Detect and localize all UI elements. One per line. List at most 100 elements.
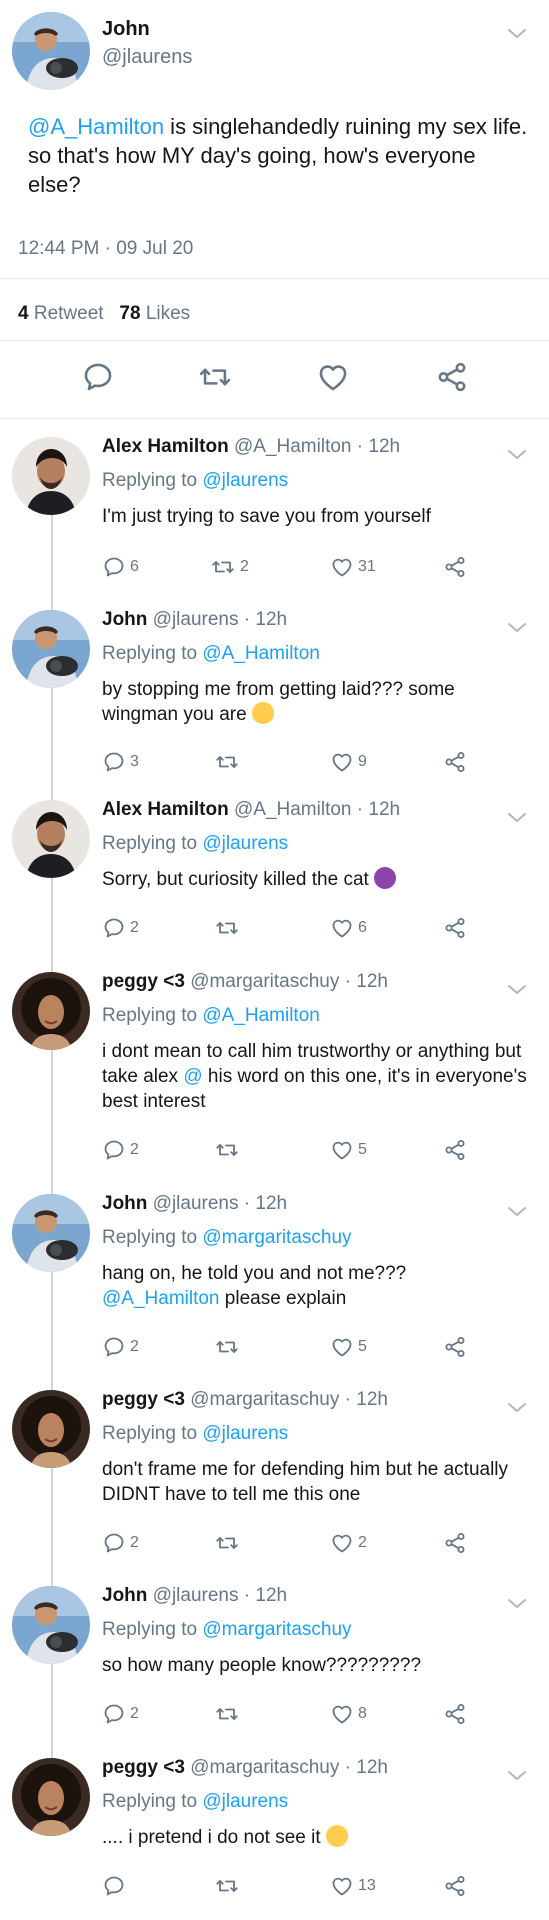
replying-to-link[interactable]: @jlaurens <box>202 833 288 854</box>
replying-to-link[interactable]: @jlaurens <box>202 1423 288 1444</box>
retweet-icon[interactable] <box>214 916 244 940</box>
chevron-down-icon[interactable] <box>505 978 529 1007</box>
reply-tweet[interactable]: Alex Hamilton @A_Hamilton · 12h Replying… <box>0 788 549 953</box>
retweet-icon[interactable] <box>214 1531 244 1555</box>
mention-link[interactable]: @A_Hamilton <box>28 114 164 139</box>
author-name[interactable]: John <box>102 1585 147 1606</box>
avatar[interactable] <box>12 12 90 90</box>
heart-icon[interactable]: 5 <box>330 1138 367 1162</box>
heart-icon[interactable]: 6 <box>330 916 367 940</box>
reply-tweet[interactable]: peggy <3 @margaritaschuy · 12h Replying … <box>0 960 549 1175</box>
share-icon[interactable] <box>443 1138 467 1162</box>
heart-icon[interactable]: 13 <box>330 1874 376 1898</box>
retweet-icon[interactable] <box>214 750 244 774</box>
heart-icon[interactable]: 5 <box>330 1335 367 1359</box>
chevron-down-icon[interactable] <box>505 1592 529 1621</box>
reply-text-body: by stopping me from getting laid??? some… <box>102 679 455 725</box>
reply-icon[interactable]: 2 <box>102 916 139 940</box>
heart-icon[interactable] <box>316 360 350 399</box>
likes-label[interactable]: Likes <box>146 303 190 324</box>
author-name[interactable]: John <box>102 18 150 41</box>
retweet-icon[interactable] <box>214 1702 244 1726</box>
share-icon[interactable] <box>443 555 467 579</box>
avatar[interactable] <box>12 972 90 1050</box>
reply-icon[interactable]: 2 <box>102 1335 139 1359</box>
avatar[interactable] <box>12 1586 90 1664</box>
chevron-down-icon[interactable] <box>505 616 529 645</box>
reply-icon[interactable]: 3 <box>102 750 139 774</box>
author-name[interactable]: Alex Hamilton <box>102 436 229 457</box>
reply-time: · 12h <box>243 1585 288 1606</box>
author-name[interactable]: peggy <3 <box>102 971 185 992</box>
author-name[interactable]: Alex Hamilton <box>102 799 229 820</box>
reply-tweet[interactable]: John @jlaurens · 12h Replying to @margar… <box>0 1182 549 1372</box>
reply-tweet[interactable]: Alex Hamilton @A_Hamilton · 12h Replying… <box>0 425 549 595</box>
replying-to-link[interactable]: @A_Hamilton <box>202 643 320 664</box>
heart-icon[interactable]: 9 <box>330 750 367 774</box>
retweet-label[interactable]: Retweet <box>34 303 104 324</box>
share-icon[interactable] <box>435 360 469 399</box>
heart-icon[interactable]: 8 <box>330 1702 367 1726</box>
author-handle[interactable]: @margaritaschuy <box>190 971 339 992</box>
share-icon[interactable] <box>443 1702 467 1726</box>
avatar[interactable] <box>12 1390 90 1468</box>
author-name[interactable]: peggy <3 <box>102 1757 185 1778</box>
heart-icon[interactable]: 31 <box>330 555 376 579</box>
like-count: 31 <box>358 558 376 575</box>
reply-icon[interactable]: 6 <box>102 555 139 579</box>
mention-link[interactable]: @ <box>183 1066 202 1087</box>
replying-to-link[interactable]: @margaritaschuy <box>202 1227 351 1248</box>
chevron-down-icon[interactable] <box>505 22 529 51</box>
replying-to-link[interactable]: @jlaurens <box>202 1791 288 1812</box>
share-icon[interactable] <box>443 750 467 774</box>
like-count[interactable]: 78 <box>119 303 140 324</box>
heart-icon[interactable]: 2 <box>330 1531 367 1555</box>
author-handle[interactable]: @jlaurens <box>153 1585 239 1606</box>
replying-to-link[interactable]: @A_Hamilton <box>202 1005 320 1026</box>
replying-to-link[interactable]: @margaritaschuy <box>202 1619 351 1640</box>
share-icon[interactable] <box>443 916 467 940</box>
author-handle[interactable]: @A_Hamilton <box>234 436 352 457</box>
retweet-icon[interactable] <box>214 1335 244 1359</box>
reply-icon[interactable]: 2 <box>102 1531 139 1555</box>
retweet-icon[interactable]: 2 <box>210 555 249 579</box>
author-name[interactable]: John <box>102 1193 147 1214</box>
chevron-down-icon[interactable] <box>505 1764 529 1793</box>
reply-tweet[interactable]: peggy <3 @margaritaschuy · 12h Replying … <box>0 1378 549 1568</box>
avatar[interactable] <box>12 610 90 688</box>
reply-icon[interactable] <box>81 360 115 399</box>
reply-tweet[interactable]: John @jlaurens · 12h Replying to @A_Hami… <box>0 598 549 788</box>
author-handle[interactable]: @jlaurens <box>102 46 192 69</box>
retweet-icon[interactable] <box>214 1138 244 1162</box>
author-handle[interactable]: @A_Hamilton <box>234 799 352 820</box>
chevron-down-icon[interactable] <box>505 1396 529 1425</box>
reply-icon[interactable]: 2 <box>102 1138 139 1162</box>
avatar[interactable] <box>12 437 90 515</box>
share-icon[interactable] <box>443 1335 467 1359</box>
reply-icon[interactable]: 2 <box>102 1702 139 1726</box>
author-handle[interactable]: @margaritaschuy <box>190 1757 339 1778</box>
reply-tweet[interactable]: John @jlaurens · 12h Replying to @margar… <box>0 1574 549 1744</box>
author-name[interactable]: John <box>102 609 147 630</box>
replying-to-link[interactable]: @jlaurens <box>202 470 288 491</box>
author-handle[interactable]: @jlaurens <box>153 1193 239 1214</box>
mention-link[interactable]: @A_Hamilton <box>102 1288 220 1309</box>
retweet-icon[interactable] <box>214 1874 244 1898</box>
chevron-down-icon[interactable] <box>505 806 529 835</box>
avatar[interactable] <box>12 800 90 878</box>
chevron-down-icon[interactable] <box>505 443 529 472</box>
reply-icon[interactable] <box>102 1874 130 1898</box>
retweet-count[interactable]: 4 <box>18 303 29 324</box>
share-icon[interactable] <box>443 1531 467 1555</box>
like-count: 9 <box>358 753 367 770</box>
share-icon[interactable] <box>443 1874 467 1898</box>
reply-tweet[interactable]: peggy <3 @margaritaschuy · 12h Replying … <box>0 1746 549 1920</box>
reply-text: hang on, he told you and not me??? @A_Ham… <box>102 1261 532 1311</box>
chevron-down-icon[interactable] <box>505 1200 529 1229</box>
author-name[interactable]: peggy <3 <box>102 1389 185 1410</box>
avatar[interactable] <box>12 1758 90 1836</box>
avatar[interactable] <box>12 1194 90 1272</box>
retweet-icon[interactable] <box>198 360 232 399</box>
author-handle[interactable]: @jlaurens <box>153 609 239 630</box>
author-handle[interactable]: @margaritaschuy <box>190 1389 339 1410</box>
